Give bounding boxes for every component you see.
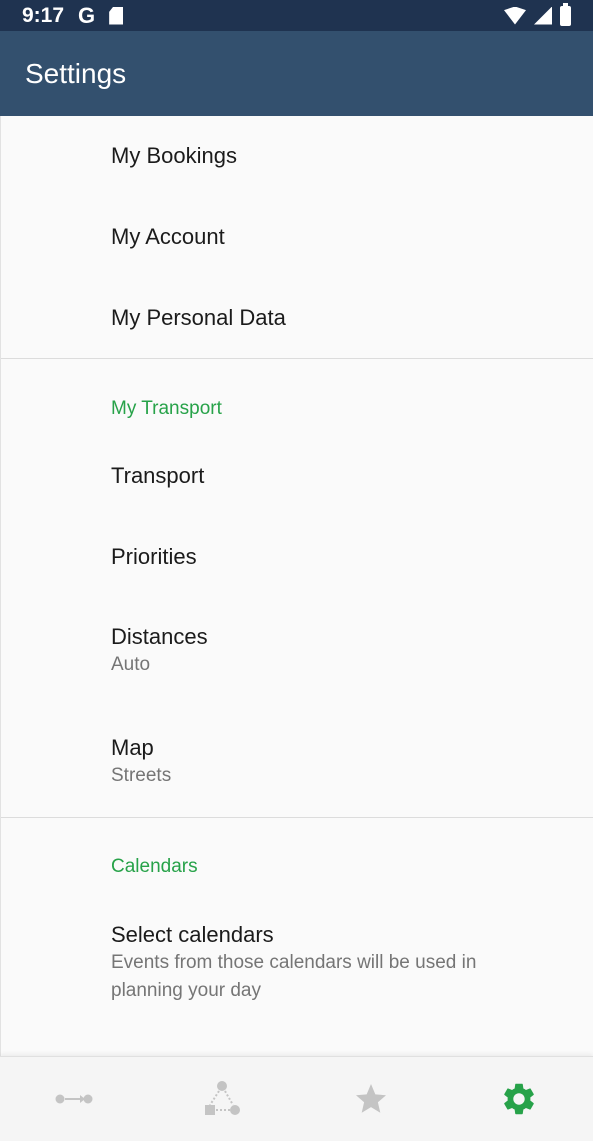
settings-list: My Bookings My Account My Personal Data … — [0, 116, 593, 1056]
route-icon — [55, 1094, 93, 1104]
select-calendars-label: Select calendars — [111, 922, 274, 947]
gear-icon — [504, 1083, 534, 1115]
page-title: Settings — [25, 57, 127, 89]
transport-item[interactable]: Transport — [111, 462, 573, 490]
my-account-label: My Account — [111, 224, 225, 249]
my-personal-data-label: My Personal Data — [111, 305, 286, 330]
my-bookings-item[interactable]: My Bookings — [111, 142, 573, 170]
transport-label: Transport — [111, 463, 205, 488]
nav-tab-settings[interactable] — [445, 1057, 593, 1141]
map-value: Streets — [111, 765, 172, 786]
signal-icon — [534, 6, 552, 25]
status-time: 9:17 — [22, 3, 65, 27]
nav-tab-routes[interactable] — [0, 1057, 148, 1141]
sd-card-icon — [109, 6, 124, 25]
select-calendars-description: Events from those calendars will be used… — [111, 952, 477, 1001]
divider — [1, 358, 593, 359]
nav-tab-network[interactable] — [148, 1057, 296, 1141]
divider — [1, 817, 593, 818]
nav-tab-favorites[interactable] — [297, 1057, 445, 1141]
my-personal-data-item[interactable]: My Personal Data — [111, 304, 573, 332]
distances-value: Auto — [111, 654, 151, 675]
my-account-item[interactable]: My Account — [111, 223, 573, 251]
bottom-navigation — [0, 1056, 593, 1141]
map-label: Map — [111, 735, 154, 760]
star-icon — [355, 1084, 386, 1113]
my-bookings-label: My Bookings — [111, 143, 237, 168]
distances-item[interactable]: Distances Auto — [111, 623, 573, 679]
select-calendars-item[interactable]: Select calendars Events from those calen… — [111, 921, 573, 1005]
wifi-icon — [504, 6, 526, 25]
status-bar: 9:17 G — [0, 0, 593, 31]
section-header-calendars: Calendars — [111, 856, 198, 877]
battery-icon — [560, 2, 571, 26]
priorities-item[interactable]: Priorities — [111, 543, 573, 571]
map-item[interactable]: Map Streets — [111, 734, 573, 790]
google-notification-icon: G — [78, 2, 96, 28]
app-bar: Settings — [0, 31, 593, 116]
priorities-label: Priorities — [111, 544, 197, 569]
section-header-my-transport: My Transport — [111, 398, 222, 419]
network-icon — [205, 1081, 241, 1115]
distances-label: Distances — [111, 624, 208, 649]
